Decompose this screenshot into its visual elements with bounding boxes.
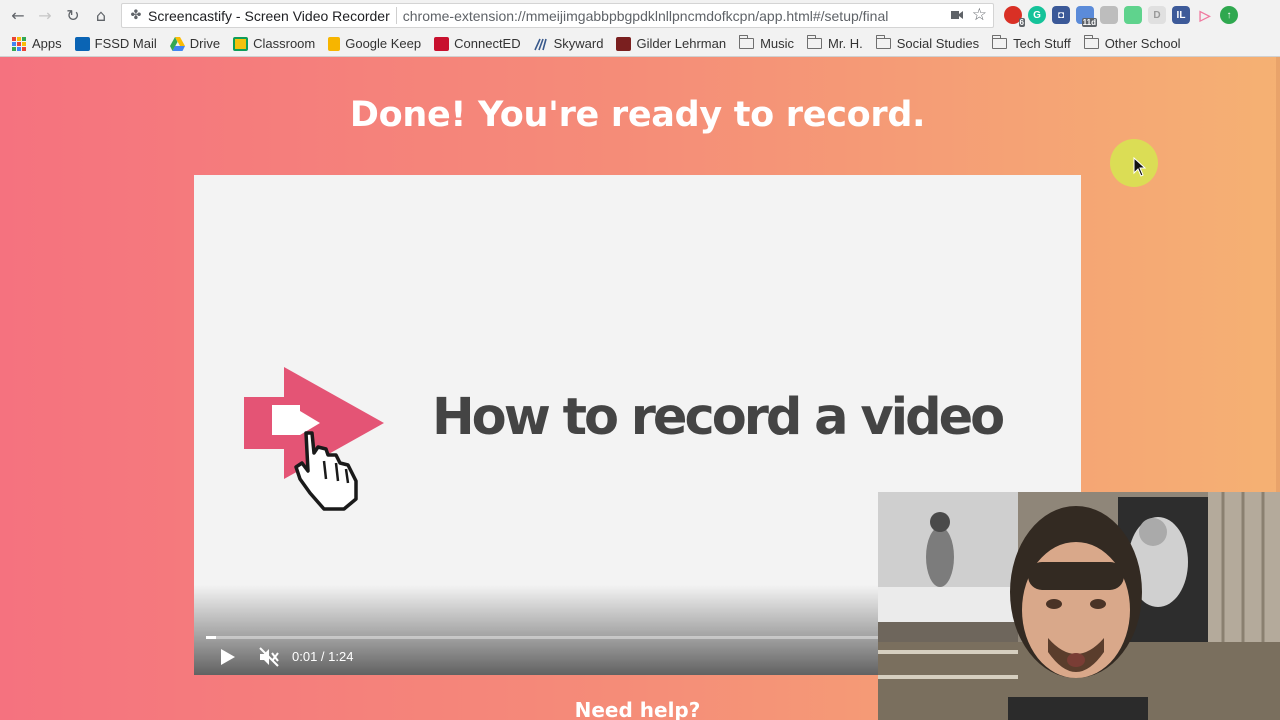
gilder-icon — [616, 36, 632, 51]
muted-speaker-icon[interactable] — [258, 646, 280, 668]
video-caption: How to record a video — [432, 388, 1005, 447]
extension-il-icon[interactable]: IL — [1172, 6, 1190, 24]
page-headline: Done! You're ready to record. — [349, 95, 926, 135]
bookmark-folder-other-school[interactable]: Other School — [1083, 35, 1181, 51]
folder-icon — [1083, 35, 1099, 49]
bookmark-connected[interactable]: ConnectED — [434, 36, 521, 51]
extension-green-icon[interactable] — [1124, 6, 1142, 24]
grammarly-icon[interactable]: G — [1028, 6, 1046, 24]
page-title-chip: Screencastify - Screen Video Recorder — [148, 7, 390, 24]
bookmark-label: Tech Stuff — [1013, 36, 1071, 51]
screencastify-extension-icon[interactable]: ▷ — [1196, 6, 1214, 24]
bookmarks-bar: Apps FSSD Mail Drive Classroom Google Ke… — [0, 31, 1280, 57]
extension-update-icon[interactable]: ↑ — [1220, 6, 1238, 24]
extension-puzzle-icon: ✤ — [130, 8, 142, 23]
video-time-display: 0:01 / 1:24 — [292, 649, 354, 664]
calendar-badge: 11d — [1081, 18, 1097, 27]
mouse-pointer-icon — [1133, 157, 1147, 177]
bookmark-label: Social Studies — [896, 36, 980, 51]
video-progress-fill — [206, 636, 217, 639]
extension-blue-icon[interactable]: ◘ — [1052, 6, 1070, 24]
apps-grid-icon — [12, 36, 26, 51]
address-divider — [395, 7, 397, 24]
outlook-icon — [74, 36, 90, 51]
bookmark-label: ConnectED — [454, 36, 521, 51]
forward-button[interactable]: → — [34, 5, 56, 25]
bookmark-fssd-mail[interactable]: FSSD Mail — [74, 36, 157, 51]
bookmark-label: FSSD Mail — [94, 36, 157, 51]
bookmark-label: Apps — [32, 36, 62, 51]
screencastify-logo-icon — [244, 367, 384, 511]
extension-grey-icon[interactable] — [1100, 6, 1118, 24]
home-button[interactable]: ⌂ — [90, 5, 112, 25]
bookmark-label: Classroom — [253, 36, 316, 51]
bookmark-folder-music[interactable]: Music — [739, 35, 795, 51]
keep-icon — [328, 36, 341, 51]
bookmark-folder-tech-stuff[interactable]: Tech Stuff — [992, 35, 1071, 51]
webcam-overlay — [878, 492, 1280, 720]
back-button[interactable]: ← — [7, 5, 29, 25]
address-bar[interactable]: ✤ Screencastify - Screen Video Recorder … — [121, 3, 994, 28]
folder-icon — [875, 35, 891, 49]
play-icon[interactable] — [220, 648, 236, 666]
bookmark-drive[interactable]: Drive — [169, 36, 221, 51]
bookmark-label: Music — [760, 36, 795, 51]
bookmark-label: Drive — [189, 36, 221, 51]
bookmark-star-icon[interactable]: ☆ — [972, 5, 987, 25]
bookmark-label: Other School — [1104, 36, 1181, 51]
drive-icon — [169, 36, 185, 51]
folder-icon — [739, 35, 755, 49]
bookmark-label: Gilder Lehrman — [636, 36, 727, 51]
connected-icon — [434, 36, 450, 51]
bookmark-label: Google Keep — [345, 36, 422, 51]
calendar-extension-icon[interactable]: 11d — [1076, 6, 1097, 27]
url-text[interactable]: chrome-extension://mmeijimgabbpbgpdklnll… — [403, 8, 993, 24]
skyward-icon — [533, 38, 547, 50]
bookmark-apps[interactable]: Apps — [12, 36, 62, 51]
extensions-area: 6 G ◘ 11d D IL ▷ ↑ — [1004, 5, 1238, 27]
bookmark-folder-mr-h[interactable]: Mr. H. — [807, 35, 863, 51]
bookmark-classroom[interactable]: Classroom — [233, 36, 315, 51]
camera-icon[interactable] — [951, 9, 963, 21]
folder-icon — [992, 35, 1008, 49]
bookmark-label: Mr. H. — [828, 36, 863, 51]
classroom-icon — [233, 36, 249, 51]
browser-toolbar: ← → ↻ ⌂ ✤ Screencastify - Screen Video R… — [0, 0, 1280, 31]
reload-button[interactable]: ↻ — [62, 5, 84, 25]
extension-red-icon[interactable]: 6 — [1004, 6, 1025, 27]
bookmark-google-keep[interactable]: Google Keep — [328, 36, 421, 51]
extension-badge: 6 — [1018, 18, 1025, 27]
extension-d-icon[interactable]: D — [1148, 6, 1166, 24]
bookmark-skyward[interactable]: Skyward — [533, 36, 604, 51]
folder-icon — [807, 35, 823, 49]
bookmark-gilder-lehrman[interactable]: Gilder Lehrman — [616, 36, 726, 51]
bookmark-label: Skyward — [553, 36, 604, 51]
bookmark-folder-social-studies[interactable]: Social Studies — [875, 35, 980, 51]
